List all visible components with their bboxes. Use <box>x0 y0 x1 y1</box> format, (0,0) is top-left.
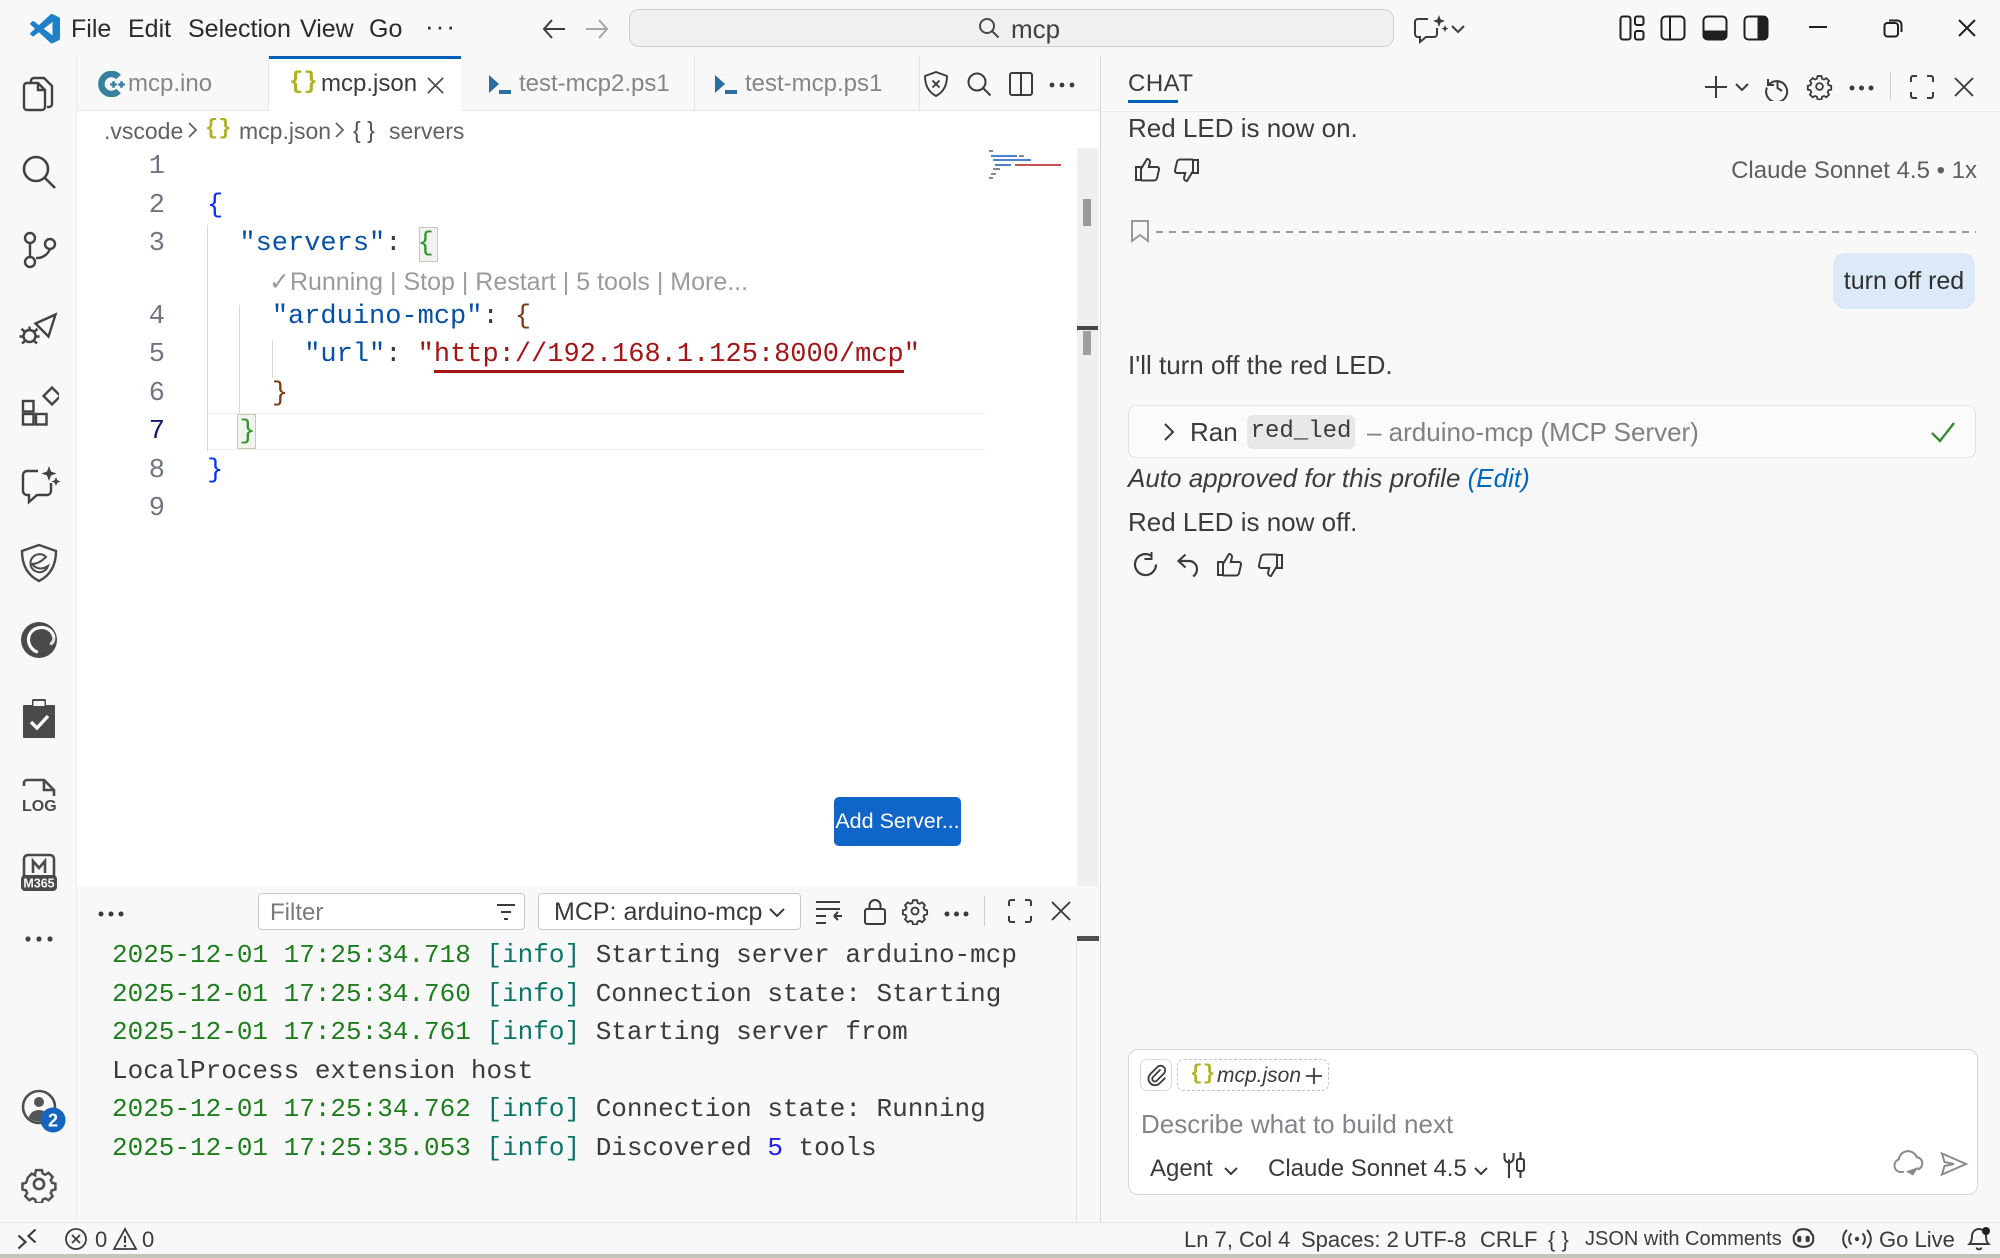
svg-text:2: 2 <box>48 1111 58 1131</box>
svg-text:LOG: LOG <box>22 798 57 815</box>
svg-text:M365: M365 <box>23 877 54 891</box>
